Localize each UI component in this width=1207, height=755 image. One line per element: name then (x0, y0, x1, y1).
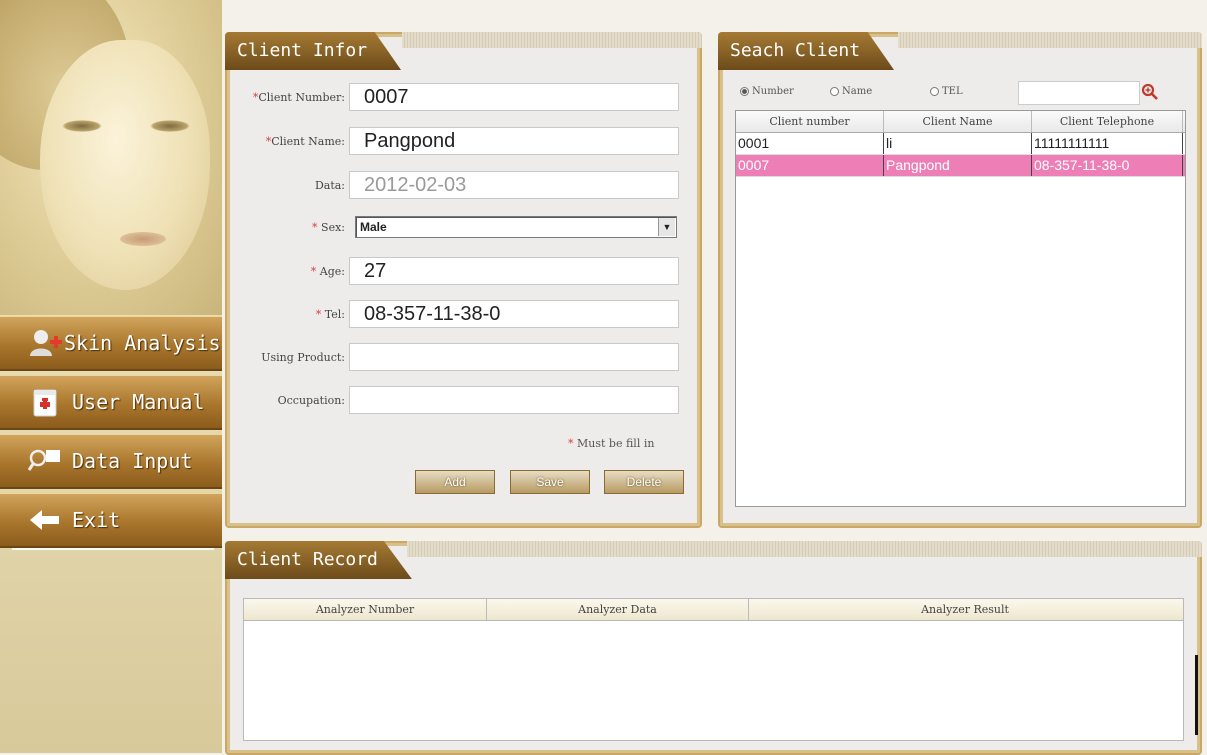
age-input[interactable]: 27 (349, 257, 679, 285)
date-input[interactable]: 2012-02-03 (349, 171, 679, 199)
radio-dot (830, 87, 839, 96)
nav-data-input[interactable]: Data Input (0, 434, 222, 489)
search-client-title: Seach Client (718, 32, 895, 70)
search-icon (28, 444, 62, 478)
sex-row: * Sex: Male ▼ (225, 212, 683, 242)
radio-tel[interactable]: TEL (930, 86, 963, 97)
nav-skin-analysis[interactable]: Skin Analysis (0, 316, 222, 371)
search-input[interactable] (1018, 81, 1140, 105)
portrait-image (0, 0, 222, 315)
product-input[interactable] (349, 343, 679, 371)
table-row[interactable]: 0001 li 11111111111 (736, 133, 1185, 155)
table-row-selected[interactable]: 0007 Pangpond 08-357-11-38-0 (736, 155, 1185, 177)
sex-select[interactable]: Male ▼ (355, 216, 677, 238)
cell-name: Pangpond (884, 155, 1032, 176)
column-header[interactable]: Client Name (884, 111, 1032, 132)
tel-label: * Tel: (315, 307, 345, 321)
sidebar: Skin Analysis User Manual Data Input Exi… (0, 0, 222, 753)
tel-input[interactable]: 08-357-11-38-0 (349, 300, 679, 328)
client-number-label: *Client Number: (252, 90, 345, 104)
scrollbar-edge (1195, 655, 1198, 735)
occupation-input[interactable] (349, 386, 679, 414)
client-number-row: *Client Number: 0007 (225, 82, 683, 112)
cell-tel: 11111111111 (1032, 133, 1183, 154)
column-header[interactable]: Analyzer Result (749, 599, 1181, 620)
column-header[interactable]: Client number (736, 111, 884, 132)
magnifier-icon[interactable] (1140, 82, 1160, 102)
sex-select-value: Male (360, 220, 387, 234)
nav-label: Skin Analysis (64, 331, 221, 355)
occupation-row: Occupation: (225, 385, 683, 415)
tel-row: * Tel: 08-357-11-38-0 (225, 299, 683, 329)
required-note: * Must be fill in (568, 437, 655, 450)
nav-label: Exit (72, 508, 121, 532)
nav-label: Data Input (72, 449, 193, 473)
client-number-input[interactable]: 0007 (349, 83, 679, 111)
radio-name[interactable]: Name (830, 86, 872, 97)
chevron-down-icon[interactable]: ▼ (658, 218, 675, 236)
client-table: Client number Client Name Client Telepho… (735, 110, 1186, 507)
client-name-input[interactable]: Pangpond (349, 127, 679, 155)
client-name-label: *Client Name: (265, 134, 345, 148)
age-row: * Age: 27 (225, 256, 683, 286)
add-button[interactable]: Add (415, 470, 495, 494)
radio-dot (930, 87, 939, 96)
column-header[interactable]: Analyzer Number (244, 599, 487, 620)
record-table: Analyzer Number Analyzer Data Analyzer R… (243, 598, 1184, 741)
cell-tel: 08-357-11-38-0 (1032, 155, 1183, 176)
user-add-icon (28, 326, 62, 360)
arrow-left-icon (28, 503, 62, 537)
radio-dot (740, 87, 749, 96)
panel-header-strip (407, 541, 1202, 557)
nav-user-manual[interactable]: User Manual (0, 375, 222, 430)
record-table-header: Analyzer Number Analyzer Data Analyzer R… (244, 599, 1183, 621)
cell-name: li (884, 133, 1032, 154)
cell-number: 0007 (736, 155, 884, 176)
nav-exit[interactable]: Exit (0, 493, 222, 550)
panel-header-strip (898, 32, 1202, 48)
occupation-label: Occupation: (277, 393, 345, 407)
date-row: Data: 2012-02-03 (225, 170, 683, 200)
client-table-header: Client number Client Name Client Telepho… (736, 111, 1185, 133)
product-label: Using Product: (261, 350, 345, 364)
date-label: Data: (314, 178, 345, 192)
client-info-title: Client Infor (225, 32, 402, 70)
save-button[interactable]: Save (510, 470, 590, 494)
nav-underline (12, 548, 214, 550)
panel-header-strip (402, 32, 702, 48)
radio-number[interactable]: Number (740, 86, 794, 97)
client-record-title: Client Record (225, 541, 412, 579)
nav-label: User Manual (72, 390, 205, 414)
column-header[interactable]: Client Telephone (1032, 111, 1183, 132)
cell-number: 0001 (736, 133, 884, 154)
column-header[interactable]: Analyzer Data (487, 599, 749, 620)
delete-button[interactable]: Delete (604, 470, 684, 494)
client-name-row: *Client Name: Pangpond (225, 126, 683, 156)
age-label: * Age: (310, 264, 345, 278)
manual-book-icon (28, 385, 62, 419)
sex-label: * Sex: (312, 220, 345, 234)
product-row: Using Product: (225, 342, 683, 372)
